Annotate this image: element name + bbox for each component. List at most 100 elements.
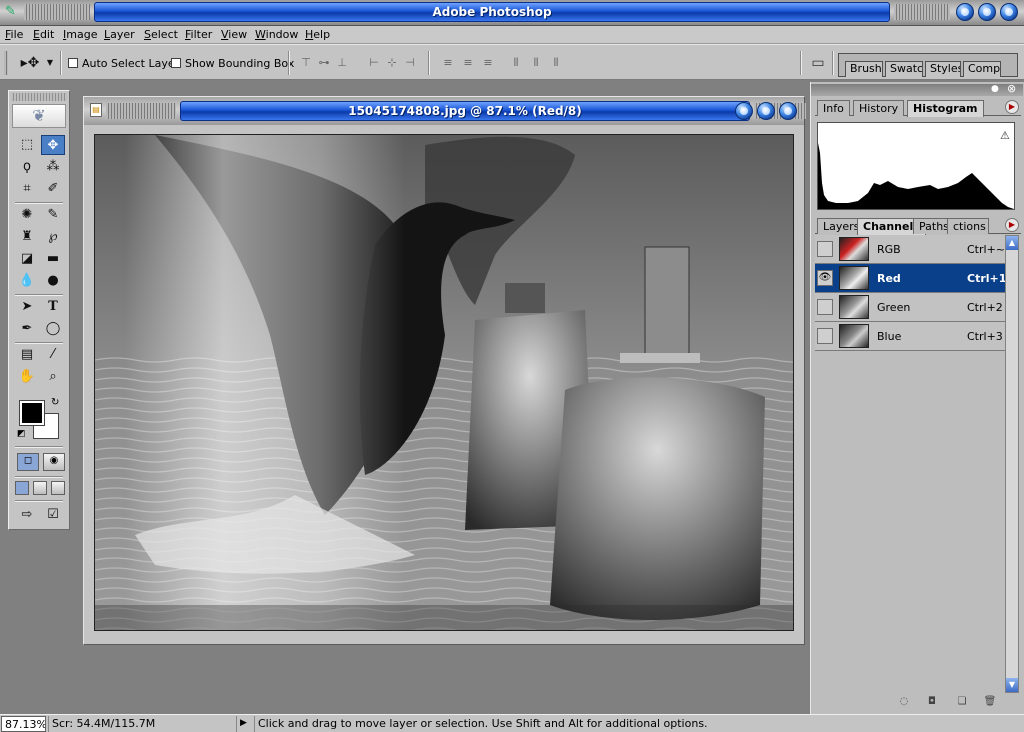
visibility-toggle[interactable]	[817, 241, 833, 257]
standard-screen-mode-icon[interactable]	[15, 481, 29, 495]
imageready-icon[interactable]: ☑	[41, 505, 65, 525]
move-tool-preset-icon[interactable]: ▸✥	[18, 56, 42, 70]
distribute-left-icon[interactable]: ⦀	[508, 56, 524, 70]
gradient-tool-icon[interactable]: ▬	[41, 249, 65, 269]
distribute-bottom-icon[interactable]: ≡	[480, 56, 496, 70]
maximize-button[interactable]	[978, 3, 996, 21]
well-tab-swatches[interactable]: Swatch	[885, 61, 923, 77]
align-bottom-icon[interactable]: ⊥	[334, 56, 350, 70]
foreground-color-swatch[interactable]	[19, 400, 45, 426]
align-left-icon[interactable]: ⊢	[366, 56, 382, 70]
tab-histogram[interactable]: Histogram	[907, 100, 984, 117]
history-brush-tool-icon[interactable]: ℘	[41, 227, 65, 247]
zoom-tool-icon[interactable]: ⌕	[41, 367, 65, 387]
app-title-bar[interactable]: ✎ Adobe Photoshop	[0, 0, 1024, 26]
ellipse-shape-tool-icon[interactable]: ◯	[41, 319, 65, 339]
menu-help[interactable]: Help	[303, 27, 332, 43]
distribute-right-icon[interactable]: ⦀	[548, 56, 564, 70]
file-browser-icon[interactable]: ▭	[808, 56, 828, 70]
full-screen-mode-icon[interactable]	[51, 481, 65, 495]
palette-close-icon[interactable]: ⊗	[1007, 82, 1016, 95]
scroll-up-icon[interactable]: ▲	[1006, 236, 1018, 250]
distribute-top-icon[interactable]: ≡	[440, 56, 456, 70]
visibility-toggle[interactable]	[817, 299, 833, 315]
lasso-tool-icon[interactable]: ϙ	[15, 157, 39, 177]
menu-view[interactable]: View	[219, 27, 249, 43]
chevron-down-icon[interactable]: ▼	[42, 56, 58, 70]
type-tool-icon[interactable]: T	[41, 297, 65, 317]
doc-maximize-button[interactable]	[757, 102, 775, 120]
blur-tool-icon[interactable]: 💧	[15, 271, 39, 291]
brush-tool-icon[interactable]: ✎	[41, 205, 65, 225]
magic-wand-tool-icon[interactable]: ⁂	[41, 157, 65, 177]
document-window[interactable]: ▤ 15045174808.jpg @ 87.1% (Red/8)	[83, 96, 806, 645]
full-screen-menu-mode-icon[interactable]	[33, 481, 47, 495]
marquee-tool-icon[interactable]: ⬚	[15, 135, 39, 155]
path-selection-tool-icon[interactable]: ➤	[15, 297, 39, 317]
channel-row-green[interactable]: Green Ctrl+2	[815, 293, 1005, 322]
palette-menu-icon[interactable]: ▶	[1005, 100, 1019, 114]
channel-row-red[interactable]: 👁 Red Ctrl+1	[815, 264, 1006, 293]
crop-tool-icon[interactable]: ⌗	[15, 179, 39, 199]
align-vcenter-icon[interactable]: ⊶	[316, 56, 332, 70]
menu-image[interactable]: Image	[61, 27, 99, 43]
menu-layer[interactable]: Layer	[102, 27, 137, 43]
checkbox-box[interactable]	[68, 58, 78, 68]
close-button[interactable]	[1000, 3, 1018, 21]
healing-brush-tool-icon[interactable]: ✺	[15, 205, 39, 225]
palette-header[interactable]: ● ⊗	[811, 82, 1023, 96]
minimize-button[interactable]	[956, 3, 974, 21]
channels-menu-icon[interactable]: ▶	[1005, 218, 1019, 232]
quick-mask-mode-icon[interactable]: ◉	[43, 453, 65, 471]
default-colors-icon[interactable]: ◩	[17, 429, 26, 439]
distribute-vcenter-icon[interactable]: ≡	[460, 56, 476, 70]
menu-edit[interactable]: Edit	[31, 27, 56, 43]
new-channel-icon[interactable]: ❏	[955, 696, 969, 708]
status-menu-arrow-icon[interactable]: ▶	[236, 716, 252, 732]
notes-tool-icon[interactable]: ▤	[15, 345, 39, 365]
delete-channel-icon[interactable]: 🗑	[983, 696, 997, 708]
auto-select-layer-checkbox[interactable]: Auto Select Layer	[68, 58, 179, 70]
palette-minimize-icon[interactable]: ●	[991, 84, 999, 94]
slice-tool-icon[interactable]: ✐	[41, 179, 65, 199]
menu-filter[interactable]: Filter	[183, 27, 214, 43]
align-right-icon[interactable]: ⊣	[402, 56, 418, 70]
clone-stamp-tool-icon[interactable]: ♜	[15, 227, 39, 247]
scroll-down-icon[interactable]: ▼	[1006, 678, 1018, 692]
align-top-icon[interactable]: ⊤	[298, 56, 314, 70]
channels-scrollbar[interactable]: ▲ ▼	[1005, 235, 1019, 693]
zoom-field[interactable]: 87.13%	[1, 716, 46, 732]
eyedropper-tool-icon[interactable]: ⁄	[41, 345, 65, 365]
well-tab-styles[interactable]: Styles	[925, 61, 961, 77]
swap-colors-icon[interactable]: ↻	[51, 397, 59, 408]
eraser-tool-icon[interactable]: ◪	[15, 249, 39, 269]
menu-window[interactable]: Window	[253, 27, 300, 43]
jump-to-imageready-icon[interactable]: ⇨	[15, 505, 39, 525]
photo-cormorant-on-posts[interactable]	[95, 135, 794, 631]
pen-tool-icon[interactable]: ✒	[15, 319, 39, 339]
toolbox-grip[interactable]	[11, 93, 67, 101]
doc-minimize-button[interactable]	[735, 102, 753, 120]
tab-history[interactable]: History	[853, 100, 905, 116]
adobe-feather-icon[interactable]: ❦	[12, 104, 66, 128]
standard-mode-icon[interactable]: ◻	[17, 453, 39, 471]
menu-file[interactable]: File	[3, 27, 25, 43]
checkbox-box[interactable]	[171, 58, 181, 68]
well-tab-brushes[interactable]: Brushes	[845, 61, 883, 77]
eye-icon[interactable]: 👁	[817, 270, 833, 286]
tab-actions[interactable]: ctions	[947, 218, 989, 234]
move-tool-icon[interactable]: ✥	[41, 135, 65, 155]
align-hcenter-icon[interactable]: ⊹	[384, 56, 400, 70]
image-canvas[interactable]	[94, 134, 794, 631]
tab-info[interactable]: Info	[817, 100, 850, 116]
channel-row-rgb[interactable]: RGB Ctrl+~	[815, 235, 1005, 264]
doc-close-button[interactable]	[779, 102, 797, 120]
channel-row-blue[interactable]: Blue Ctrl+3	[815, 322, 1005, 351]
well-tab-comps[interactable]: Comps	[963, 61, 1001, 77]
dodge-tool-icon[interactable]: ●	[41, 271, 65, 291]
hand-tool-icon[interactable]: ✋	[15, 367, 39, 387]
distribute-hcenter-icon[interactable]: ⦀	[528, 56, 544, 70]
load-selection-icon[interactable]: ◌	[897, 696, 911, 708]
menu-select[interactable]: Select	[142, 27, 180, 43]
document-title-bar[interactable]: ▤ 15045174808.jpg @ 87.1% (Red/8)	[84, 97, 806, 125]
